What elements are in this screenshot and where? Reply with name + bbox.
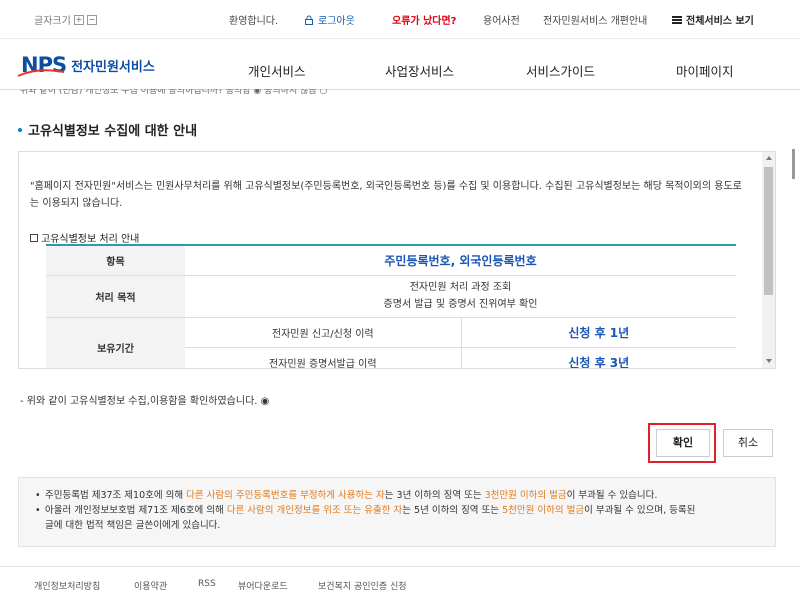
footer-link-privacy[interactable]: 개인정보처리방침 [34, 579, 100, 592]
table-caption: 고유식별정보 처리 안내 [30, 230, 139, 245]
lock-icon [305, 15, 313, 25]
table-caption-text: 고유식별정보 처리 안내 [41, 234, 140, 245]
bullet-icon [18, 127, 22, 132]
purpose-line: 전자민원 처리 과정 조회 [409, 282, 512, 293]
font-decrease-button[interactable]: − [86, 14, 97, 25]
font-size-label: 글자크기 [34, 16, 71, 27]
ok-button[interactable]: 확인 [656, 429, 710, 457]
logo-service-text: 전자민원서비스 [71, 59, 155, 75]
previous-consent-line: 위와 같이 (민감) 개인정보 수집 이용에 동의하십니까? 동의함 ◉ 동의하… [20, 89, 328, 95]
all-services-button[interactable]: 전체서비스 보기 [672, 12, 754, 27]
purpose-line: 증명서 발급 및 증명서 진위여부 확인 [383, 299, 538, 310]
bullet-icon: • [35, 490, 41, 501]
nps-logo[interactable]: NPS 전자민원서비스 [17, 53, 155, 77]
notice-plain: 는 5년 이하의 징역 또는 [402, 505, 503, 516]
unique-id-info-box[interactable]: "홈페이지 전자민원"서비스는 민원사무처리를 위해 고유식별정보(주민등록번호… [18, 151, 776, 369]
item-value: 주민등록번호, 외국인등록번호 [185, 245, 736, 276]
notice-plain: 주민등록법 제37조 제10호에 의해 [45, 490, 187, 501]
font-size-control: 글자크기 + − [34, 12, 97, 27]
notice-plain: 이 부과될 수 있으며, 등록된 [584, 505, 696, 516]
notice-text: 주민등록법 제37조 제10호에 의해 다른 사람의 주민등록번호를 부정하게 … [45, 488, 657, 503]
reorg-guide-link[interactable]: 전자민원서비스 개편안내 [543, 12, 647, 27]
notice-line: • 아울러 개인정보보호법 제71조 제6호에 의해 다른 사람의 개인정보를 … [35, 503, 759, 533]
consent-confirm-line[interactable]: - 위와 같이 고유식별정보 수집,이용함을 확인하였습니다. ◉ [20, 392, 269, 407]
notice-highlight: 다른 사람의 주민등록번호를 부정하게 사용하는 자 [186, 490, 385, 501]
notice-highlight: 다른 사람의 개인정보를 위조 또는 유출한 자 [226, 505, 403, 516]
table-row: 처리 목적 전자민원 처리 과정 조회 증명서 발급 및 증명서 진위여부 확인 [46, 275, 736, 318]
logout-label: 로그아웃 [318, 16, 355, 27]
nav-business-service[interactable]: 사업장서비스 [385, 61, 454, 80]
period-label: 전자민원 증명서발급 이력 [185, 347, 462, 368]
welcome-text: 환영합니다. [229, 16, 279, 27]
scroll-up-arrow-icon[interactable] [766, 156, 772, 160]
utility-bar: 글자크기 + − 환영합니다. 로그아웃 오류가 났다면? 용어사전 전자민원서… [0, 0, 800, 38]
main-navigation: NPS 전자민원서비스 개인서비스 사업장서비스 서비스가이드 마이페이지 [0, 38, 800, 90]
table-row: 보유기간 전자민원 신고/신청 이력 신청 후 1년 [46, 317, 736, 368]
scroll-down-arrow-icon[interactable] [766, 359, 772, 363]
notice-plain: 글에 대한 법적 책임은 글쓴이에게 있습니다. [45, 520, 221, 531]
notice-highlight: 5천만원 이하의 벌금 [502, 505, 585, 516]
nav-service-guide[interactable]: 서비스가이드 [526, 61, 595, 80]
notice-plain: 이 부과될 수 있습니다. [566, 490, 658, 501]
purpose-header: 처리 목적 [46, 275, 185, 318]
notice-plain: 아울러 개인정보보호법 제71조 제6호에 의해 [45, 505, 227, 516]
info-box-scrollbar[interactable] [762, 152, 775, 368]
font-increase-button[interactable]: + [73, 14, 84, 25]
logo-swoosh-icon [17, 69, 65, 77]
footer-link-certificate[interactable]: 보건복지 공인인증 신청 [318, 579, 407, 592]
period-value: 신청 후 3년 [461, 347, 736, 368]
item-header: 항목 [46, 245, 185, 276]
nav-my-page[interactable]: 마이페이지 [676, 61, 734, 80]
footer: 개인정보처리방침 이용약관 RSS 뷰어다운로드 보건복지 공인인증 신청 [0, 566, 800, 596]
notice-line: • 주민등록법 제37조 제10호에 의해 다른 사람의 주민등록번호를 부정하… [35, 488, 759, 503]
all-services-label: 전체서비스 보기 [686, 16, 754, 27]
logo-mark: NPS [17, 53, 67, 77]
unique-id-description: "홈페이지 전자민원"서비스는 민원사무처리를 위해 고유식별정보(주민등록번호… [30, 181, 742, 209]
notice-highlight: 3천만원 이하의 벌금 [484, 490, 567, 501]
section-title: 고유식별정보 수집에 대한 안내 [18, 120, 197, 139]
page-scrollbar[interactable] [792, 149, 795, 179]
purpose-value: 전자민원 처리 과정 조회 증명서 발급 및 증명서 진위여부 확인 [185, 275, 736, 318]
footer-link-viewer[interactable]: 뷰어다운로드 [238, 579, 288, 592]
scroll-thumb[interactable] [764, 167, 773, 295]
bullet-icon: • [35, 505, 41, 516]
dictionary-link[interactable]: 용어사전 [483, 12, 520, 27]
period-value: 신청 후 1년 [461, 317, 736, 348]
logout-link[interactable]: 로그아웃 [304, 12, 355, 27]
table-row: 항목 주민등록번호, 외국인등록번호 [46, 245, 736, 276]
legal-notice: • 주민등록법 제37조 제10호에 의해 다른 사람의 주민등록번호를 부정하… [18, 477, 776, 547]
unique-id-table: 항목 주민등록번호, 외국인등록번호 처리 목적 전자민원 처리 과정 조회 증… [46, 244, 736, 368]
consent-confirm-text: - 위와 같이 고유식별정보 수집,이용함을 확인하였습니다. ◉ [20, 396, 270, 407]
footer-link-terms[interactable]: 이용약관 [134, 579, 167, 592]
period-label: 전자민원 신고/신청 이력 [185, 317, 462, 348]
square-icon [30, 233, 38, 242]
error-report-link[interactable]: 오류가 났다면? [392, 12, 456, 27]
notice-plain: 는 3년 이하의 징역 또는 [384, 490, 485, 501]
section-title-text: 고유식별정보 수집에 대한 안내 [28, 124, 198, 139]
footer-link-rss[interactable]: RSS [198, 579, 216, 589]
cancel-button[interactable]: 취소 [723, 429, 773, 457]
notice-text: 아울러 개인정보보호법 제71조 제6호에 의해 다른 사람의 개인정보를 위조… [45, 503, 695, 533]
nav-personal-service[interactable]: 개인서비스 [248, 61, 306, 80]
period-header: 보유기간 [46, 317, 185, 368]
hamburger-icon [672, 15, 682, 24]
